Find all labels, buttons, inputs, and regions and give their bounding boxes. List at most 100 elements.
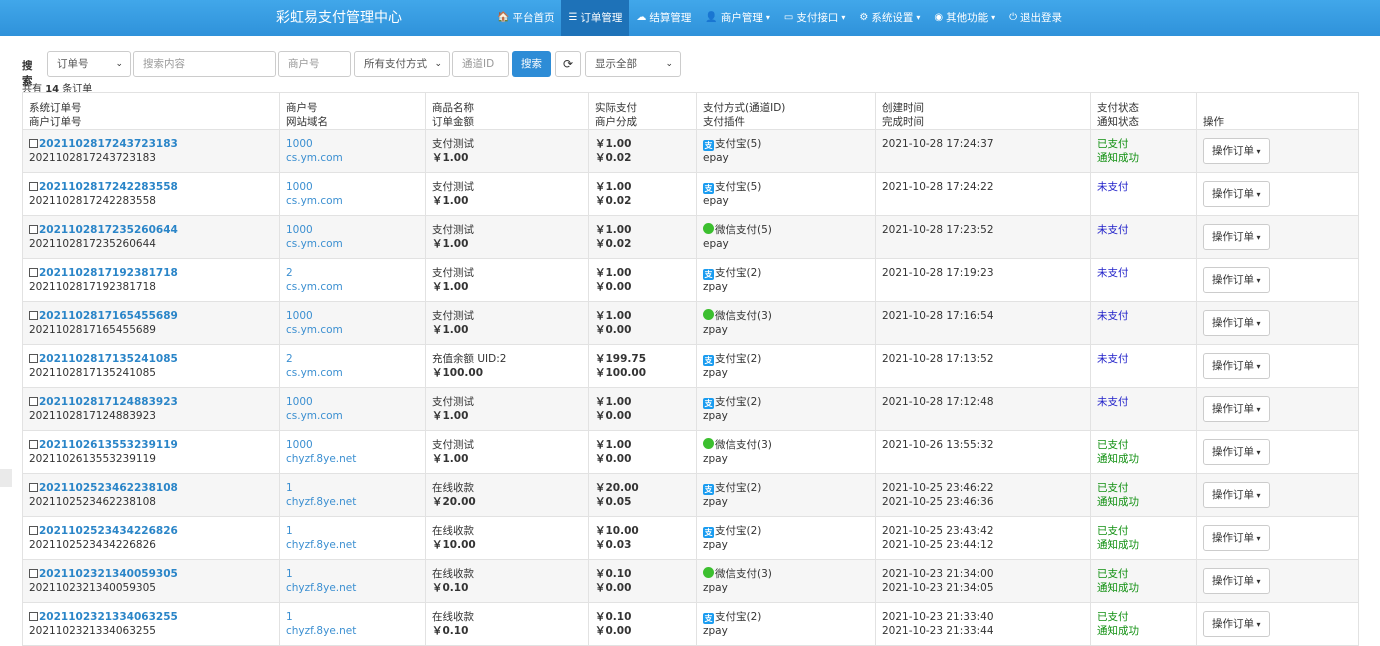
merchant-id-link[interactable]: 1000 [286, 223, 419, 237]
create-time: 2021-10-28 17:19:23 [882, 267, 994, 279]
site-domain-link[interactable]: cs.ym.com [286, 323, 419, 337]
merchant-id-link[interactable]: 2 [286, 266, 419, 280]
merchant-id-link[interactable]: 1 [286, 524, 419, 538]
merchant-id-link[interactable]: 1 [286, 481, 419, 495]
cell-merchant: 1 chyzf.8ye.net [279, 559, 426, 603]
search-keyword-input[interactable]: 搜索内容 [133, 51, 276, 77]
cell-time: 2021-10-28 17:19:23 [875, 258, 1091, 302]
app-title[interactable]: 彩虹易支付管理中心 [276, 0, 402, 36]
nav-item-4[interactable]: ▭ 支付接口 ▾ [777, 0, 852, 36]
cell-merchant: 2 cs.ym.com [279, 258, 426, 302]
order-actions-button[interactable]: 操作订单 ▾ [1203, 525, 1270, 551]
cell-order-no: 2021102817243723183 2021102817243723183 [22, 129, 280, 173]
nav-item-5[interactable]: ⚙ 系统设置 ▾ [852, 0, 927, 36]
out-trade-no: 2021102321334063255 [29, 625, 156, 637]
merchant-id-link[interactable]: 1000 [286, 309, 419, 323]
trade-no-link[interactable]: 2021102817235260644 [39, 224, 178, 236]
row-checkbox[interactable] [29, 225, 38, 234]
order-actions-button[interactable]: 操作订单 ▾ [1203, 482, 1270, 508]
trade-no-link[interactable]: 2021102817124883923 [39, 396, 178, 408]
order-actions-button[interactable]: 操作订单 ▾ [1203, 568, 1270, 594]
nav-item-1[interactable]: ☰ 订单管理 [561, 0, 630, 36]
merchant-id-link[interactable]: 1 [286, 567, 419, 581]
trade-no-link[interactable]: 2021102817242283558 [39, 181, 178, 193]
pay-plugin: epay [703, 238, 729, 250]
order-actions-button[interactable]: 操作订单 ▾ [1203, 353, 1270, 379]
order-actions-button[interactable]: 操作订单 ▾ [1203, 396, 1270, 422]
nav-item-2[interactable]: ☁ 结算管理 [629, 0, 698, 36]
trade-no-link[interactable]: 2021102523462238108 [39, 482, 178, 494]
site-domain-link[interactable]: chyzf.8ye.net [286, 581, 419, 595]
product-name: 支付测试 [432, 439, 474, 451]
nav-item-0[interactable]: 🏠 平台首页 [490, 0, 561, 36]
actual-paid: ￥0.10 [595, 611, 632, 623]
site-domain-link[interactable]: cs.ym.com [286, 280, 419, 294]
channel-id-input[interactable]: 通道ID [452, 51, 509, 77]
order-actions-button[interactable]: 操作订单 ▾ [1203, 439, 1270, 465]
display-filter-select[interactable]: 显示全部 ⌄ [585, 51, 681, 77]
site-domain-link[interactable]: cs.ym.com [286, 151, 419, 165]
row-checkbox[interactable] [29, 526, 38, 535]
search-type-select[interactable]: 订单号 ⌄ [47, 51, 131, 77]
site-domain-link[interactable]: chyzf.8ye.net [286, 538, 419, 552]
row-checkbox[interactable] [29, 311, 38, 320]
nav-item-6[interactable]: ◉ 其他功能 ▾ [927, 0, 1002, 36]
site-domain-link[interactable]: cs.ym.com [286, 194, 419, 208]
merchant-id-link[interactable]: 1000 [286, 395, 419, 409]
side-handle[interactable] [0, 469, 12, 487]
refresh-button[interactable]: ⟳ [555, 51, 581, 77]
trade-no-link[interactable]: 2021102321340059305 [39, 568, 178, 580]
pay-method-select[interactable]: 所有支付方式 ⌄ [354, 51, 450, 77]
row-checkbox[interactable] [29, 139, 38, 148]
create-time: 2021-10-28 17:16:54 [882, 310, 994, 322]
site-domain-link[interactable]: chyzf.8ye.net [286, 624, 419, 638]
merchant-id-link[interactable]: 1000 [286, 180, 419, 194]
column-header-line: 通知状态 [1097, 116, 1139, 128]
search-button[interactable]: 搜索 [512, 51, 551, 77]
pay-method-name: 支付宝(2) [715, 353, 762, 365]
cell-payment: ￥20.00 ￥0.05 [588, 473, 697, 517]
order-actions-button[interactable]: 操作订单 ▾ [1203, 181, 1270, 207]
chevron-down-icon: ⌄ [434, 59, 442, 69]
merchant-id-link[interactable]: 1 [286, 610, 419, 624]
cell-product: 支付测试 ￥1.00 [425, 215, 589, 259]
order-actions-button[interactable]: 操作订单 ▾ [1203, 611, 1270, 637]
row-checkbox[interactable] [29, 397, 38, 406]
nav-item-label: 系统设置 [871, 12, 914, 24]
cell-product: 支付测试 ￥1.00 [425, 430, 589, 474]
trade-no-link[interactable]: 2021102523434226826 [39, 525, 178, 537]
row-checkbox[interactable] [29, 354, 38, 363]
row-checkbox[interactable] [29, 612, 38, 621]
trade-no-link[interactable]: 2021102321334063255 [39, 611, 178, 623]
order-actions-button[interactable]: 操作订单 ▾ [1203, 224, 1270, 250]
row-checkbox[interactable] [29, 440, 38, 449]
order-amount: ￥1.00 [432, 152, 469, 164]
pay-method-name: 微信支付(3) [715, 310, 772, 322]
column-header-line: 支付插件 [703, 116, 745, 128]
row-checkbox[interactable] [29, 569, 38, 578]
site-domain-link[interactable]: chyzf.8ye.net [286, 452, 419, 466]
row-checkbox[interactable] [29, 182, 38, 191]
merchant-id-link[interactable]: 1000 [286, 438, 419, 452]
merchant-id-input[interactable]: 商户号 [278, 51, 351, 77]
trade-no-link[interactable]: 2021102817165455689 [39, 310, 178, 322]
merchant-id-link[interactable]: 2 [286, 352, 419, 366]
merchant-share: ￥0.02 [595, 195, 632, 207]
site-domain-link[interactable]: cs.ym.com [286, 366, 419, 380]
site-domain-link[interactable]: chyzf.8ye.net [286, 495, 419, 509]
trade-no-link[interactable]: 2021102817243723183 [39, 138, 178, 150]
row-checkbox[interactable] [29, 483, 38, 492]
trade-no-link[interactable]: 2021102817192381718 [39, 267, 178, 279]
merchant-id-link[interactable]: 1000 [286, 137, 419, 151]
site-domain-link[interactable]: cs.ym.com [286, 409, 419, 423]
row-checkbox[interactable] [29, 268, 38, 277]
order-actions-button[interactable]: 操作订单 ▾ [1203, 138, 1270, 164]
cell-payment: ￥0.10 ￥0.00 [588, 559, 697, 603]
order-actions-button[interactable]: 操作订单 ▾ [1203, 267, 1270, 293]
nav-item-7[interactable]: ⏻ 退出登录 [1002, 0, 1069, 36]
order-actions-button[interactable]: 操作订单 ▾ [1203, 310, 1270, 336]
site-domain-link[interactable]: cs.ym.com [286, 237, 419, 251]
trade-no-link[interactable]: 2021102613553239119 [39, 439, 178, 451]
trade-no-link[interactable]: 2021102817135241085 [39, 353, 178, 365]
nav-item-3[interactable]: 👤 商户管理 ▾ [698, 0, 776, 36]
